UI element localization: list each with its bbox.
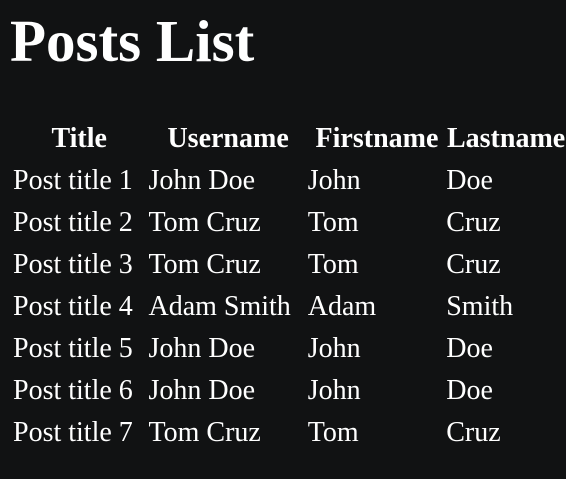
posts-table: Title Username Firstname Lastname Post t…	[10, 118, 566, 454]
cell-lastname: Doe	[446, 375, 493, 406]
cell-username: John Doe	[148, 375, 256, 406]
cell-title: Post title 2	[13, 207, 133, 238]
cell-username: John Doe	[148, 333, 256, 364]
posts-table-body: Post title 1 John Doe John Doe Post titl…	[10, 160, 566, 454]
table-row: Post title 3 Tom Cruz Tom Cruz	[10, 244, 566, 286]
cell-firstname: Tom	[307, 417, 359, 448]
cell-lastname: Doe	[446, 333, 493, 364]
cell-title: Post title 5	[13, 333, 133, 364]
cell-title: Post title 4	[13, 291, 133, 322]
cell-lastname: Cruz	[446, 417, 501, 448]
cell-title: Post title 3	[13, 249, 133, 280]
cell-username: John Doe	[148, 165, 256, 196]
header-row: Title Username Firstname Lastname	[10, 118, 566, 160]
table-row: Post title 6 John Doe John Doe	[10, 370, 566, 412]
table-row: Post title 4 Adam Smith Adam Smith	[10, 286, 566, 328]
cell-username: Tom Cruz	[148, 207, 261, 238]
cell-username: Tom Cruz	[148, 249, 261, 280]
page-title: Posts List	[10, 8, 255, 74]
cell-username: Adam Smith	[148, 291, 291, 322]
column-header-username: Username	[167, 123, 289, 154]
cell-lastname: Cruz	[446, 249, 501, 280]
cell-username: Tom Cruz	[148, 417, 261, 448]
cell-firstname: Adam	[307, 291, 377, 322]
column-header-title: Title	[51, 123, 107, 154]
cell-title: Post title 7	[13, 417, 133, 448]
column-header-lastname: Lastname	[446, 123, 566, 154]
column-header-firstname: Firstname	[315, 123, 439, 154]
cell-firstname: Tom	[307, 207, 359, 238]
cell-lastname: Smith	[446, 291, 514, 322]
cell-firstname: John	[307, 333, 361, 364]
cell-firstname: John	[307, 375, 361, 406]
table-row: Post title 5 John Doe John Doe	[10, 328, 566, 370]
table-row: Post title 1 John Doe John Doe	[10, 160, 566, 202]
table-row: Post title 7 Tom Cruz Tom Cruz	[10, 412, 566, 454]
cell-firstname: Tom	[307, 249, 359, 280]
table-row: Post title 2 Tom Cruz Tom Cruz	[10, 202, 566, 244]
cell-title: Post title 1	[13, 165, 133, 196]
cell-lastname: Cruz	[446, 207, 501, 238]
cell-lastname: Doe	[446, 165, 493, 196]
cell-firstname: John	[307, 165, 361, 196]
cell-title: Post title 6	[13, 375, 133, 406]
page: Posts List Title Username Firstname Last…	[0, 0, 566, 479]
posts-table-header: Title Username Firstname Lastname	[10, 118, 566, 160]
